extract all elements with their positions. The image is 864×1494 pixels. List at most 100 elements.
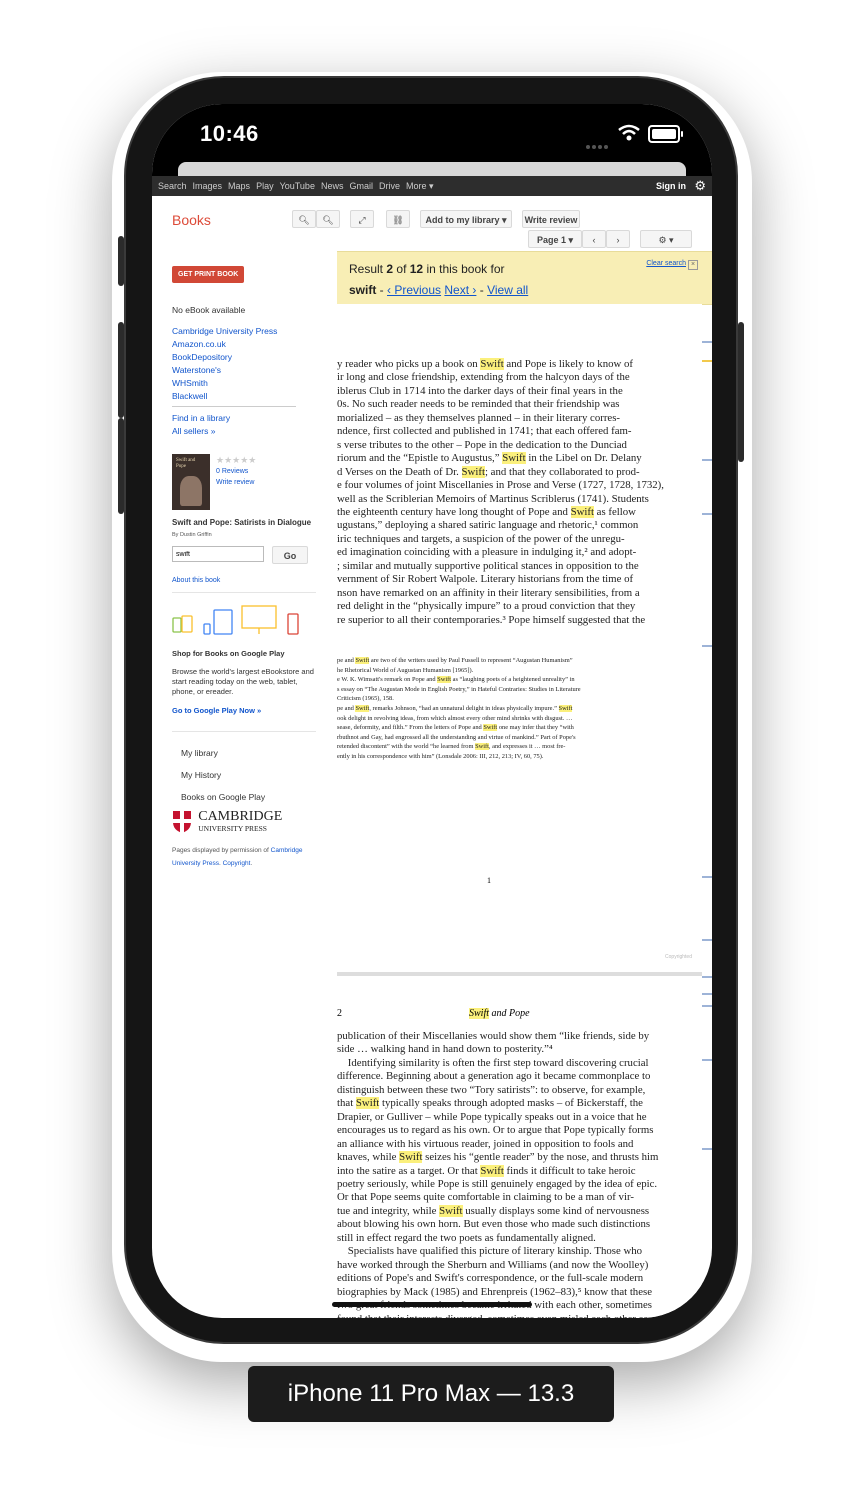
text-line: Specialists have qualified this picture … [337, 1245, 672, 1258]
text-run: as fellow [593, 505, 636, 518]
wifi-icon [618, 124, 640, 141]
footnote-line: pe and Swift, remarks Johnson, “had an u… [337, 704, 672, 714]
prev-page-button[interactable]: ‹ [582, 230, 606, 248]
footnote-line: ently in his correspondence with him” (L… [337, 752, 672, 762]
scroll-marker [702, 993, 712, 995]
text-line: difference. Beginning about a generation… [337, 1070, 672, 1083]
text-line: distinguish between these two “Tory sati… [337, 1084, 672, 1097]
text-line: about blowing his own horn. But even tho… [337, 1218, 672, 1231]
add-to-library-button[interactable]: Add to my library ▾ [420, 210, 512, 228]
text-run: finds it difficult to take heroic [503, 1164, 636, 1177]
sign-in-link[interactable]: Sign in [656, 176, 686, 196]
link-button[interactable]: ⛓ [386, 210, 410, 228]
seller-link[interactable]: BookDepository [172, 351, 277, 364]
gear-icon[interactable]: ⚙ [694, 178, 706, 194]
clear-search-link[interactable]: Clear search [646, 260, 686, 267]
text-run: an alliance with his virtuous reader, jo… [337, 1137, 634, 1150]
next-page-button[interactable]: › [606, 230, 630, 248]
books-on-play-link[interactable]: Books on Google Play [181, 786, 265, 808]
library-links: Find in a library All sellers » [172, 412, 230, 438]
gbar-link-news[interactable]: News [321, 176, 344, 196]
text-run: knaves, while [337, 1151, 400, 1164]
text-run: encourages us to regard as his own. Or t… [337, 1124, 654, 1137]
text-run: e W. K. Wimsatt's remark on Pope and [337, 676, 438, 684]
seller-link[interactable]: Waterstone's [172, 364, 277, 377]
fullscreen-button[interactable]: ⤢ [350, 210, 374, 228]
go-button[interactable]: Go [272, 546, 308, 564]
search-term: swift [349, 283, 377, 297]
running-head-title: and Pope [489, 1008, 530, 1019]
next-result-link[interactable]: Next › [444, 283, 476, 297]
page-2-body: publication of their Miscellanies would … [337, 1030, 672, 1318]
previous-result-link[interactable]: ‹ Previous [387, 283, 441, 297]
text-run: in the Libel on Dr. Delany [525, 452, 642, 465]
text-line: encourages us to regard as his own. Or t… [337, 1124, 672, 1137]
my-library-link[interactable]: My library [181, 742, 265, 764]
gbar-link-drive[interactable]: Drive [379, 176, 400, 196]
my-history-link[interactable]: My History [181, 764, 265, 786]
view-all-link[interactable]: View all [487, 283, 528, 297]
seller-link[interactable]: Cambridge University Press [172, 325, 277, 338]
gbar-link-search[interactable]: Search [158, 176, 187, 196]
gbar-link-play[interactable]: Play [256, 176, 274, 196]
books-logo[interactable]: Books [172, 212, 211, 228]
gbar-link-images[interactable]: Images [193, 176, 223, 196]
copyright-link[interactable]: Copyright [223, 860, 251, 867]
text-line: ; similar and mutually supportive politi… [337, 560, 672, 573]
scroll-marker [702, 645, 712, 647]
book-viewer[interactable]: y reader who picks up a book on Swift an… [337, 304, 702, 1318]
seller-link[interactable]: Amazon.co.uk [172, 338, 277, 351]
text-run: Drapier, or Gulliver – while Pope typica… [337, 1110, 647, 1123]
write-review-button[interactable]: Write review [522, 210, 580, 228]
footnote-line: retended discontent” with the world “he … [337, 742, 672, 752]
text-run: pe and [337, 657, 356, 664]
seller-link[interactable]: WHSmith [172, 377, 277, 390]
seller-list: Cambridge University Press Amazon.co.uk … [172, 325, 277, 403]
get-print-book-button[interactable]: GET PRINT BOOK [172, 266, 245, 283]
gbar-link-gmail[interactable]: Gmail [349, 176, 373, 196]
search-highlight: Swift [461, 465, 485, 478]
text-line: knaves, while Swift seizes his “gentle r… [337, 1151, 672, 1164]
text-run: d Verses on the Death of Dr. [337, 465, 462, 478]
settings-button[interactable]: ⚙ ▾ [640, 230, 692, 248]
result-suffix: in this book for [426, 262, 505, 276]
find-library-link[interactable]: Find in a library [172, 412, 230, 425]
gbar-link-youtube[interactable]: YouTube [280, 176, 315, 196]
text-run: retended discontent” with the world “he … [337, 743, 476, 751]
home-indicator[interactable] [332, 1302, 532, 1307]
result-of: of [396, 262, 407, 276]
books-toolbar: Books 🔍︎ 🔍︎ ⤢ ⛓ Add to my library ▾ Writ… [152, 196, 712, 252]
seller-link[interactable]: Blackwell [172, 390, 277, 403]
zoom-in-button[interactable]: 🔍︎ [292, 210, 316, 228]
close-icon[interactable]: × [688, 260, 698, 270]
footnote-line: sease, deformity, and filth.” From the l… [337, 723, 672, 733]
about-book-link[interactable]: About this book [172, 574, 220, 587]
text-line: poetry seriously, while Pope is still ge… [337, 1178, 672, 1191]
text-run: morialized – as they themselves planned … [337, 411, 621, 424]
text-line: found that their interests diverged, som… [337, 1313, 672, 1318]
text-line: publication of their Miscellanies would … [337, 1030, 672, 1043]
search-highlight: Swift [355, 657, 370, 664]
text-line: still in effect regard the two poets as … [337, 1232, 672, 1245]
gbar-link-maps[interactable]: Maps [228, 176, 250, 196]
status-bar: 10:46 [152, 104, 712, 178]
text-run: about blowing his own horn. But even tho… [337, 1218, 651, 1231]
page-select[interactable]: Page 1 ▾ [528, 230, 582, 248]
text-run: editions of Pope's and Swift's correspon… [337, 1272, 644, 1285]
scroll-marker [702, 360, 712, 362]
zoom-out-button[interactable]: 🔍︎ [316, 210, 340, 228]
search-highlight: Swift [570, 505, 594, 518]
publisher-logo[interactable]: CAMBRIDGE UNIVERSITY PRESS [172, 810, 282, 834]
text-run: , and expresses it … most fre- [488, 743, 566, 751]
all-sellers-link[interactable]: All sellers » [172, 425, 230, 438]
write-review-link[interactable]: Write review [216, 477, 256, 488]
text-line: vernment of Sir Robert Walpole. Literary… [337, 573, 672, 586]
page-number: 1 [487, 876, 491, 885]
book-cover[interactable]: Swift and Pope [172, 454, 210, 510]
reviews-link[interactable]: 0 Reviews [216, 466, 256, 477]
book-search-input[interactable] [172, 546, 264, 562]
gbar-link-more[interactable]: More ▾ [406, 176, 434, 196]
text-run: nson have remarked on an affinity in the… [337, 586, 640, 599]
text-run: e four volumes of joint Miscellanies in … [337, 479, 664, 492]
go-to-play-link[interactable]: Go to Google Play Now » [172, 706, 261, 715]
